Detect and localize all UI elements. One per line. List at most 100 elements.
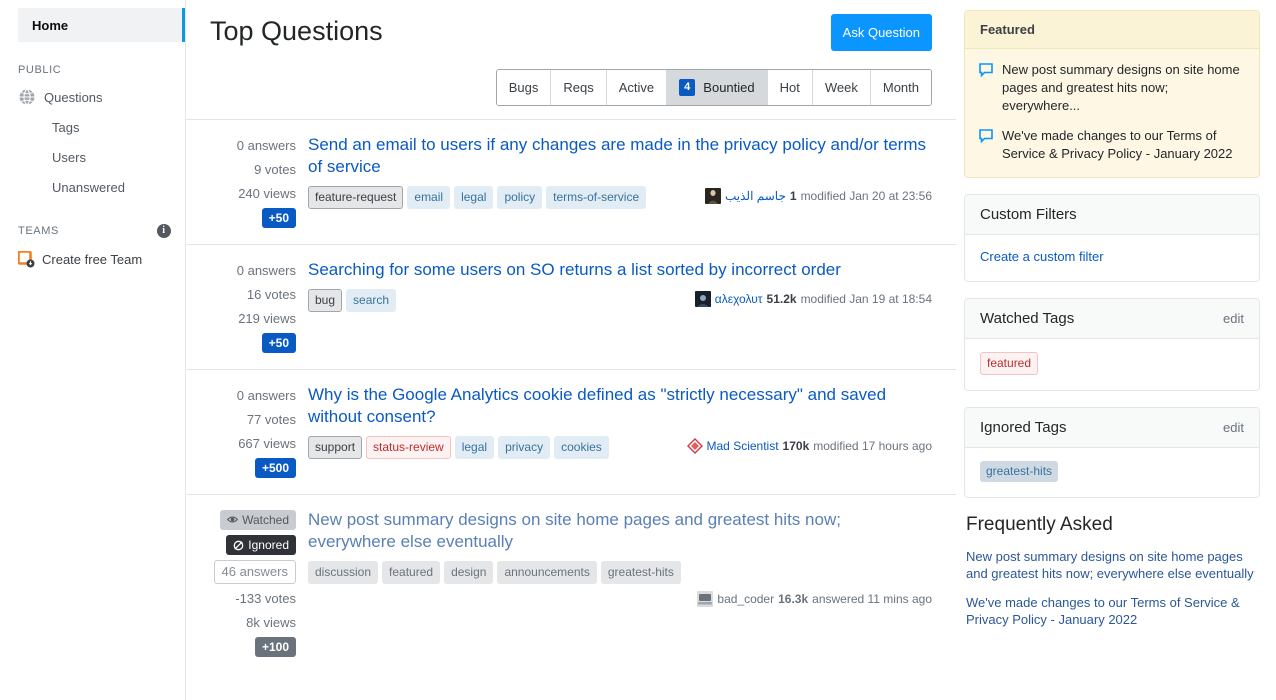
table-row: 0 answers 77 votes 667 views +500 Why is…: [186, 369, 956, 494]
bounty-badge: +50: [261, 333, 296, 353]
sidebar-item-create-free-team-label: Create free Team: [42, 251, 143, 267]
frequently-asked-title: Frequently Asked: [966, 514, 1113, 535]
tab-month[interactable]: Month: [870, 70, 931, 105]
custom-filters-header: Custom Filters: [965, 195, 1259, 235]
sidebar-item-home[interactable]: Home: [18, 8, 185, 42]
tab-active[interactable]: Active: [606, 70, 668, 105]
tag-bug[interactable]: bug: [308, 289, 343, 312]
sidebar-item-tags-label: Tags: [52, 119, 80, 135]
tag-policy[interactable]: policy: [497, 186, 543, 209]
question-list: 0 answers 9 votes 240 views +50 Send an …: [186, 119, 956, 673]
tag-support[interactable]: support: [308, 436, 363, 459]
watched-badge[interactable]: Watched: [220, 509, 296, 530]
page-title: Top Questions: [210, 16, 383, 46]
avatar[interactable]: [686, 438, 703, 454]
ignored-tags-edit-link[interactable]: edit: [1223, 420, 1244, 435]
tag-cookies[interactable]: cookies: [554, 436, 609, 459]
speech-bubble-icon: [979, 63, 993, 115]
tag-greatest-hits[interactable]: greatest-hits: [600, 561, 681, 584]
question-body: Why is the Google Analytics cookie defin…: [308, 384, 932, 480]
tag-featured[interactable]: featured: [382, 561, 441, 584]
watched-tag-featured[interactable]: featured: [980, 352, 1039, 375]
tag-list: discussion featured design announcements…: [308, 561, 687, 584]
answer-count: 0 answers: [236, 138, 296, 153]
question-title-link[interactable]: Why is the Google Analytics cookie defin…: [308, 384, 932, 428]
user-name[interactable]: Mad Scientist: [707, 439, 779, 453]
user-name[interactable]: αλεχολυτ: [715, 292, 763, 306]
sidebar-item-questions-label: Questions: [44, 89, 103, 105]
tab-reqs-label: Reqs: [563, 80, 594, 95]
tab-hot[interactable]: Hot: [767, 70, 813, 105]
view-count: 219 views: [238, 311, 296, 326]
tag-list: support status-review legal privacy cook…: [308, 436, 677, 459]
ignored-badge[interactable]: Ignored: [226, 535, 296, 555]
tag-announcements[interactable]: announcements: [497, 561, 597, 584]
watched-tags-body: featured: [965, 339, 1259, 390]
avatar[interactable]: [694, 291, 711, 307]
watched-tags-header: Watched Tags edit: [965, 299, 1259, 339]
sidebar-section-teams: TEAMS i: [18, 224, 185, 238]
tag-legal[interactable]: legal: [454, 436, 495, 459]
question-title-link[interactable]: Searching for some users on SO returns a…: [308, 259, 932, 281]
view-count: 8k views: [246, 615, 296, 630]
question-activity: modified 17 hours ago: [813, 439, 932, 453]
globe-icon: [18, 88, 36, 106]
tag-email[interactable]: email: [407, 186, 451, 209]
user-name[interactable]: bad_coder: [717, 592, 774, 606]
ignored-tag-greatest-hits[interactable]: greatest-hits: [980, 461, 1059, 482]
tag-feature-request[interactable]: feature-request: [308, 186, 404, 209]
ask-question-button[interactable]: Ask Question: [830, 14, 932, 51]
vote-count: -133 votes: [235, 591, 296, 606]
tag-terms-of-service[interactable]: terms-of-service: [546, 186, 647, 209]
tag-legal[interactable]: legal: [454, 186, 494, 209]
question-title-link[interactable]: New post summary designs on site home pa…: [308, 509, 932, 553]
tab-bugs[interactable]: Bugs: [496, 70, 552, 105]
sidebar-item-users[interactable]: Users: [0, 142, 185, 172]
featured-card: Featured New post summary designs on sit…: [964, 10, 1260, 178]
tab-active-label: Active: [618, 80, 655, 95]
sidebar-item-users-label: Users: [52, 149, 86, 165]
tag-privacy[interactable]: privacy: [498, 436, 551, 459]
user-name[interactable]: جاسم الذيب: [725, 189, 786, 203]
question-user-info: bad_coder 16.3k answered 11 mins ago: [697, 561, 932, 607]
question-user-info: αλεχολυτ 51.2k modified Jan 19 at 18:54: [694, 289, 932, 307]
list-item[interactable]: New post summary designs on site home pa…: [979, 61, 1245, 115]
user-reputation: 170k: [782, 439, 810, 453]
sidebar-item-unanswered[interactable]: Unanswered: [0, 172, 185, 202]
sidebar-item-home-label: Home: [32, 17, 69, 33]
question-body: Send an email to users if any changes ar…: [308, 134, 932, 230]
tab-bugs-label: Bugs: [508, 80, 539, 95]
tag-search[interactable]: search: [346, 289, 397, 312]
tab-bountied[interactable]: 4 Bountied: [667, 70, 768, 105]
tag-status-review[interactable]: status-review: [366, 436, 451, 459]
avatar[interactable]: [705, 188, 721, 204]
info-icon[interactable]: i: [157, 224, 171, 238]
question-title-link[interactable]: Send an email to users if any changes ar…: [308, 134, 932, 178]
frequently-asked-link[interactable]: New post summary designs on site home pa…: [966, 548, 1260, 582]
question-user-info: Mad Scientist 170k modified 17 hours ago: [686, 436, 932, 454]
tab-reqs[interactable]: Reqs: [551, 70, 607, 105]
tab-week[interactable]: Week: [812, 70, 871, 105]
sidebar-item-questions[interactable]: Questions: [0, 82, 185, 112]
avatar[interactable]: [697, 591, 714, 607]
user-reputation: 51.2k: [766, 292, 797, 306]
list-item[interactable]: We've made changes to our Terms of Servi…: [979, 127, 1245, 163]
tab-hot-label: Hot: [779, 80, 800, 95]
table-row: 0 answers 16 votes 219 views +50 Searchi…: [186, 244, 956, 369]
sidebar-item-tags[interactable]: Tags: [0, 112, 185, 142]
list-item-label: New post summary designs on site home pa…: [1002, 62, 1240, 113]
left-sidebar: Home PUBLIC Questions Tags Users Unanswe…: [0, 0, 186, 700]
create-custom-filter-link[interactable]: Create a custom filter: [980, 249, 1104, 264]
vote-count: 16 votes: [246, 287, 296, 302]
tag-design[interactable]: design: [444, 561, 494, 584]
filter-tabs-row: Bugs Reqs Active 4 Bountied Hot Week Mon…: [186, 51, 956, 106]
ignored-badge-label: Ignored: [248, 538, 289, 552]
teams-icon: [17, 249, 35, 268]
question-meta: discussion featured design announcements…: [308, 561, 932, 607]
ignored-tags-card: Ignored Tags edit greatest-hits: [964, 407, 1260, 498]
slashed-circle-icon: [233, 540, 244, 550]
sidebar-item-create-free-team[interactable]: Create free Team: [0, 244, 185, 274]
tag-discussion[interactable]: discussion: [308, 561, 379, 584]
watched-tags-edit-link[interactable]: edit: [1223, 311, 1244, 326]
frequently-asked-link[interactable]: We've made changes to our Terms of Servi…: [966, 594, 1260, 628]
